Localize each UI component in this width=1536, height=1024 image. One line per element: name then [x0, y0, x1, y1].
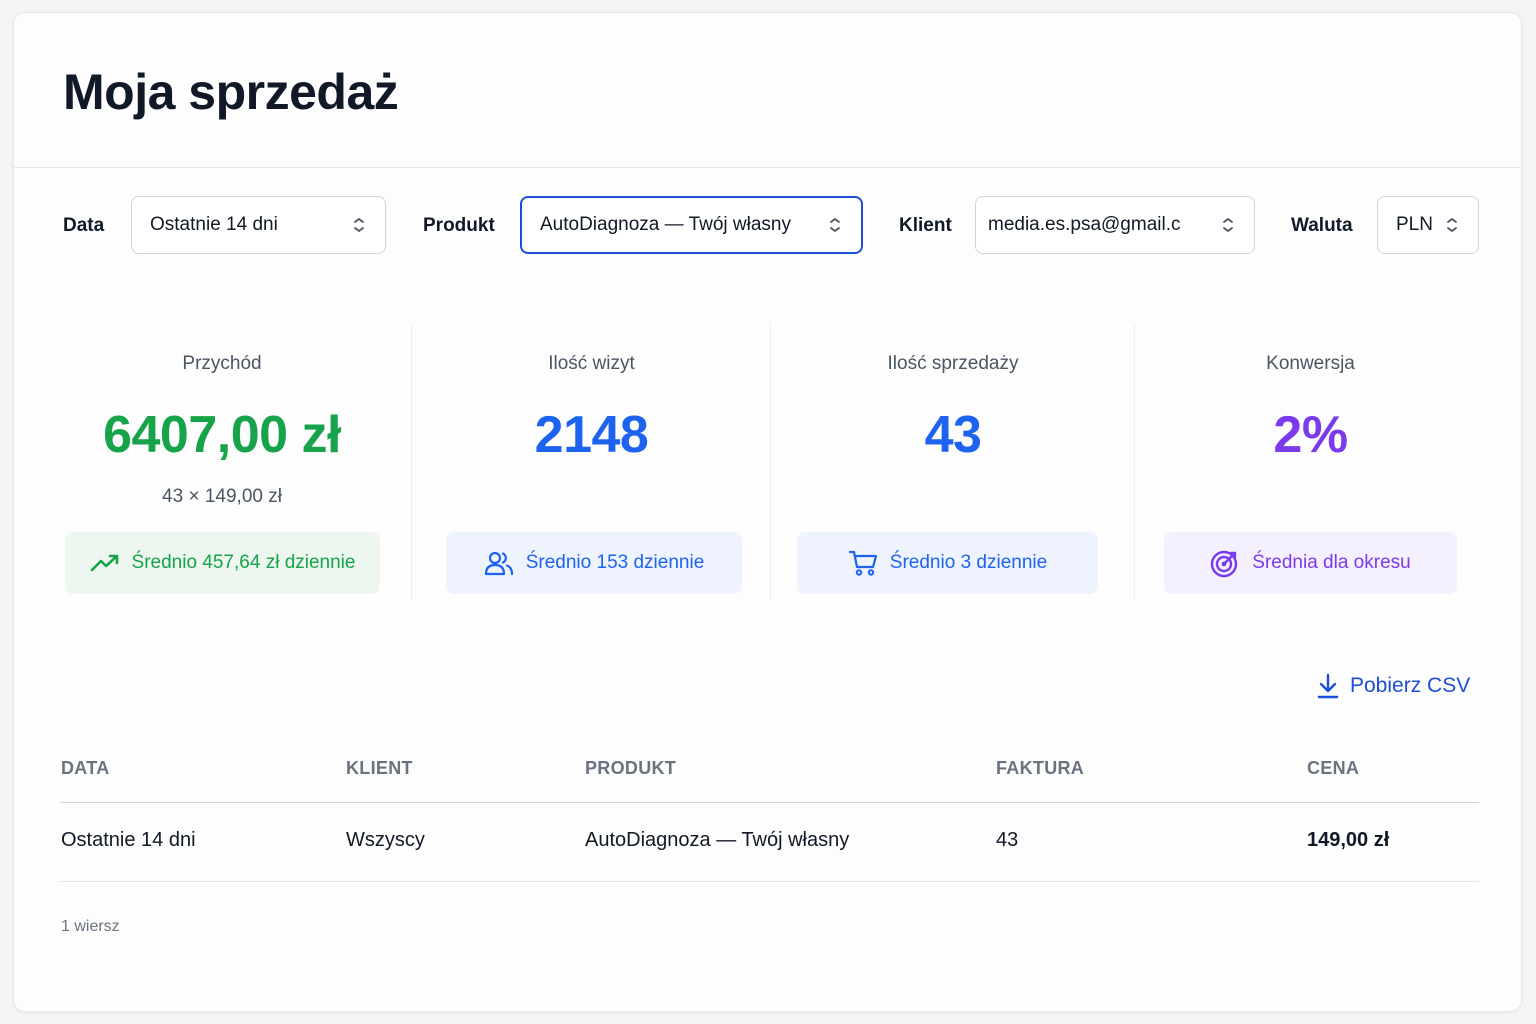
date-filter-select[interactable]: Ostatnie 14 dni — [131, 196, 386, 254]
chevron-updown-icon — [1223, 218, 1233, 232]
download-csv-button[interactable]: Pobierz CSV — [1316, 671, 1470, 701]
stat-label: Ilość sprzedaży — [887, 353, 1019, 374]
stat-label: Ilość wizyt — [548, 353, 635, 374]
cell-date: Ostatnie 14 dni — [61, 829, 196, 851]
page-title: Moja sprzedaż — [63, 64, 399, 120]
product-filter-label: Produkt — [423, 215, 495, 236]
product-filter-select[interactable]: AutoDiagnoza — Twój własny — [520, 196, 863, 254]
stat-subtext: 43 × 149,00 zł — [162, 486, 282, 507]
stat-sales: Ilość sprzedaży 43 Średnio 3 dziennie — [771, 323, 1135, 601]
client-filter-value: media.es.psa@gmail.c — [988, 214, 1181, 235]
stat-chip-label: Średnio 457,64 zł dziennie — [131, 552, 356, 573]
product-filter-value: AutoDiagnoza — Twój własny — [540, 214, 791, 235]
cell-price: 149,00 zł — [1307, 829, 1390, 851]
stat-chip: Średnio 457,64 zł dziennie — [65, 532, 380, 594]
column-header-product[interactable]: PRODUKT — [585, 758, 676, 779]
date-filter-label: Data — [63, 215, 105, 236]
stat-label: Przychód — [182, 353, 262, 374]
date-filter-value: Ostatnie 14 dni — [150, 214, 278, 235]
currency-filter-label: Waluta — [1291, 215, 1353, 236]
chevron-updown-icon — [354, 218, 364, 232]
client-filter-select[interactable]: media.es.psa@gmail.c — [975, 196, 1255, 254]
stat-chip-label: Średnio 153 dziennie — [525, 552, 705, 573]
column-header-price[interactable]: CENA — [1307, 758, 1359, 779]
cell-client: Wszyscy — [346, 829, 425, 851]
currency-filter-select[interactable]: PLN — [1377, 196, 1479, 254]
stat-value: 2148 — [534, 406, 649, 464]
header-divider — [14, 167, 1521, 168]
chevron-updown-icon — [830, 218, 840, 232]
stat-chip-label: Średnio 3 dziennie — [889, 552, 1048, 573]
cell-invoice: 43 — [996, 829, 1019, 851]
stat-value: 2% — [1273, 406, 1348, 464]
stat-conversion: Konwersja 2% Średnia dla okresu — [1135, 323, 1486, 601]
stat-chip-label: Średnia dla okresu — [1252, 552, 1411, 573]
stat-visits: Ilość wizyt 2148 Średnio 153 dziennie — [412, 323, 771, 601]
column-header-invoice[interactable]: FAKTURA — [996, 758, 1084, 779]
stat-chip: Średnia dla okresu — [1164, 532, 1457, 594]
cell-product: AutoDiagnoza — Twój własny — [585, 829, 850, 851]
client-filter-label: Klient — [899, 215, 952, 236]
stat-chip: Średnio 153 dziennie — [446, 532, 742, 594]
table-header-divider — [60, 802, 1479, 803]
trending-up-icon — [90, 554, 118, 572]
column-header-date[interactable]: DATA — [61, 758, 110, 779]
target-icon — [1211, 550, 1238, 578]
stat-value: 43 — [924, 406, 982, 464]
download-csv-label: Pobierz CSV — [1350, 674, 1471, 697]
stat-chip: Średnio 3 dziennie — [797, 532, 1098, 594]
sales-card: Moja sprzedaż Data Ostatnie 14 dni Produ… — [13, 12, 1522, 1012]
users-icon — [484, 551, 513, 576]
column-header-client[interactable]: KLIENT — [346, 758, 413, 779]
table-row-divider — [60, 881, 1479, 882]
stat-revenue: Przychód 6407,00 zł 43 × 149,00 zł Średn… — [49, 323, 395, 601]
currency-filter-value: PLN — [1396, 214, 1433, 235]
cart-icon — [848, 550, 877, 576]
download-icon — [1317, 673, 1339, 699]
stat-value: 6407,00 zł — [103, 406, 341, 464]
stat-label: Konwersja — [1266, 353, 1355, 374]
chevron-updown-icon — [1447, 218, 1457, 232]
row-count: 1 wiersz — [61, 918, 120, 935]
